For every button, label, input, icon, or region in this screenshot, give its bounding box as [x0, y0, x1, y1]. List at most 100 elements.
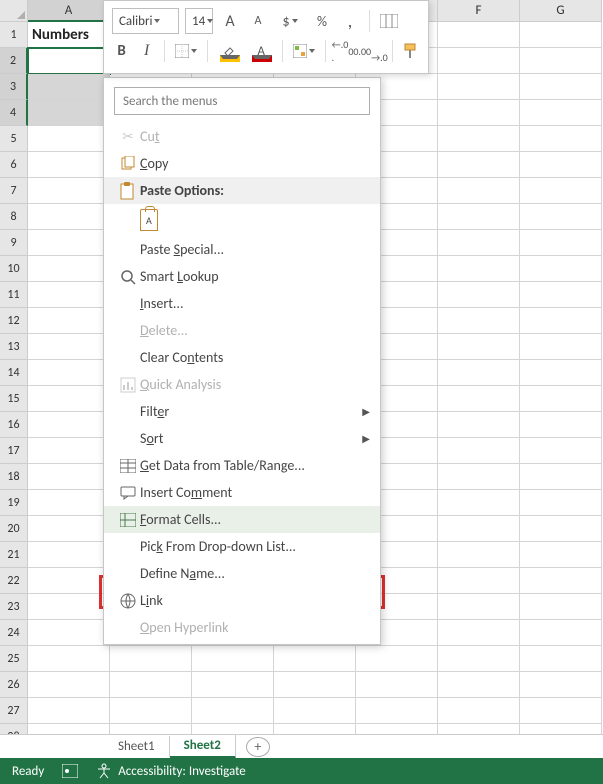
row-header-27[interactable]: 27: [0, 698, 28, 724]
cell-G20[interactable]: [520, 516, 602, 542]
menu-link[interactable]: Link: [104, 587, 380, 614]
cell-A15[interactable]: [28, 386, 110, 412]
tab-sheet1[interactable]: Sheet1: [104, 736, 170, 757]
comma-style-button[interactable]: ,: [339, 9, 361, 33]
row-header-18[interactable]: 18: [0, 464, 28, 490]
cell-A5[interactable]: [28, 126, 110, 152]
cell-A20[interactable]: [28, 516, 110, 542]
cell-G14[interactable]: [520, 360, 602, 386]
conditional-format-button[interactable]: [291, 39, 317, 63]
cell-F10[interactable]: [438, 256, 520, 282]
grow-font-button[interactable]: A: [219, 9, 241, 33]
menu-define-name[interactable]: Define Name...: [104, 560, 380, 587]
row-header-7[interactable]: 7: [0, 178, 28, 204]
cell-G8[interactable]: [520, 204, 602, 230]
row-header-17[interactable]: 17: [0, 438, 28, 464]
row-header-16[interactable]: 16: [0, 412, 28, 438]
currency-button[interactable]: $: [275, 9, 305, 33]
tab-sheet2[interactable]: Sheet2: [170, 735, 236, 759]
cell-A2[interactable]: [28, 48, 110, 74]
cell-E27[interactable]: [356, 698, 438, 724]
menu-clear-contents[interactable]: Clear Contents: [104, 344, 380, 371]
cell-G3[interactable]: [520, 74, 602, 100]
cell-A14[interactable]: [28, 360, 110, 386]
row-header-19[interactable]: 19: [0, 490, 28, 516]
accessibility-status[interactable]: Accessibility: Investigate: [96, 763, 246, 779]
cell-G17[interactable]: [520, 438, 602, 464]
cell-G9[interactable]: [520, 230, 602, 256]
cell-F8[interactable]: [438, 204, 520, 230]
cell-G16[interactable]: [520, 412, 602, 438]
cell-A23[interactable]: [28, 594, 110, 620]
row-header-10[interactable]: 10: [0, 256, 28, 282]
cell-B27[interactable]: [110, 698, 192, 724]
row-header-8[interactable]: 8: [0, 204, 28, 230]
cell-A3[interactable]: [28, 74, 110, 100]
row-header-2[interactable]: 2: [0, 48, 28, 74]
percent-button[interactable]: %: [311, 9, 333, 33]
cell-B26[interactable]: [110, 672, 192, 698]
cell-E25[interactable]: [356, 646, 438, 672]
cell-A26[interactable]: [28, 672, 110, 698]
cell-F22[interactable]: [438, 568, 520, 594]
cell-F16[interactable]: [438, 412, 520, 438]
row-header-1[interactable]: 1: [0, 22, 28, 48]
row-header-22[interactable]: 22: [0, 568, 28, 594]
row-header-25[interactable]: 25: [0, 646, 28, 672]
cell-F24[interactable]: [438, 620, 520, 646]
row-header-24[interactable]: 24: [0, 620, 28, 646]
menu-get-data[interactable]: Get Data from Table/Range...: [104, 452, 380, 479]
cell-F20[interactable]: [438, 516, 520, 542]
cell-F4[interactable]: [438, 100, 520, 126]
cell-A22[interactable]: [28, 568, 110, 594]
cell-F21[interactable]: [438, 542, 520, 568]
cell-G10[interactable]: [520, 256, 602, 282]
cell-G11[interactable]: [520, 282, 602, 308]
row-header-26[interactable]: 26: [0, 672, 28, 698]
cell-G25[interactable]: [520, 646, 602, 672]
cell-A13[interactable]: [28, 334, 110, 360]
cell-F26[interactable]: [438, 672, 520, 698]
cell-G7[interactable]: [520, 178, 602, 204]
macro-record-icon[interactable]: [62, 764, 78, 778]
row-header-5[interactable]: 5: [0, 126, 28, 152]
cell-C27[interactable]: [192, 698, 274, 724]
cell-F23[interactable]: [438, 594, 520, 620]
cell-G6[interactable]: [520, 152, 602, 178]
cell-A21[interactable]: [28, 542, 110, 568]
cell-B25[interactable]: [110, 646, 192, 672]
cell-A12[interactable]: [28, 308, 110, 334]
row-header-13[interactable]: 13: [0, 334, 28, 360]
row-header-21[interactable]: 21: [0, 542, 28, 568]
cell-F5[interactable]: [438, 126, 520, 152]
cell-F18[interactable]: [438, 464, 520, 490]
cell-A4[interactable]: [28, 100, 110, 126]
menu-filter[interactable]: Filter ▶: [104, 398, 380, 425]
cell-A6[interactable]: [28, 152, 110, 178]
format-painter-button[interactable]: [401, 39, 420, 63]
menu-paste-special[interactable]: Paste Special...: [104, 236, 380, 263]
select-all-corner[interactable]: [0, 0, 28, 22]
col-header-G[interactable]: G: [520, 0, 602, 22]
cell-G24[interactable]: [520, 620, 602, 646]
cell-A19[interactable]: [28, 490, 110, 516]
cell-D26[interactable]: [274, 672, 356, 698]
cell-A7[interactable]: [28, 178, 110, 204]
cell-G12[interactable]: [520, 308, 602, 334]
font-size-select[interactable]: 14: [185, 8, 213, 34]
cell-C25[interactable]: [192, 646, 274, 672]
cell-F13[interactable]: [438, 334, 520, 360]
increase-decimal-button[interactable]: ←.0.00: [334, 39, 356, 63]
menu-format-cells[interactable]: Format Cells...: [104, 506, 380, 533]
font-color-button[interactable]: A: [248, 39, 274, 63]
cell-A10[interactable]: [28, 256, 110, 282]
cell-F2[interactable]: [438, 48, 520, 74]
cell-F6[interactable]: [438, 152, 520, 178]
cell-F7[interactable]: [438, 178, 520, 204]
cell-G22[interactable]: [520, 568, 602, 594]
menu-sort[interactable]: Sort ▶: [104, 425, 380, 452]
add-sheet-button[interactable]: +: [246, 737, 270, 757]
shrink-font-button[interactable]: A: [247, 9, 269, 33]
cell-E26[interactable]: [356, 672, 438, 698]
cell-G27[interactable]: [520, 698, 602, 724]
